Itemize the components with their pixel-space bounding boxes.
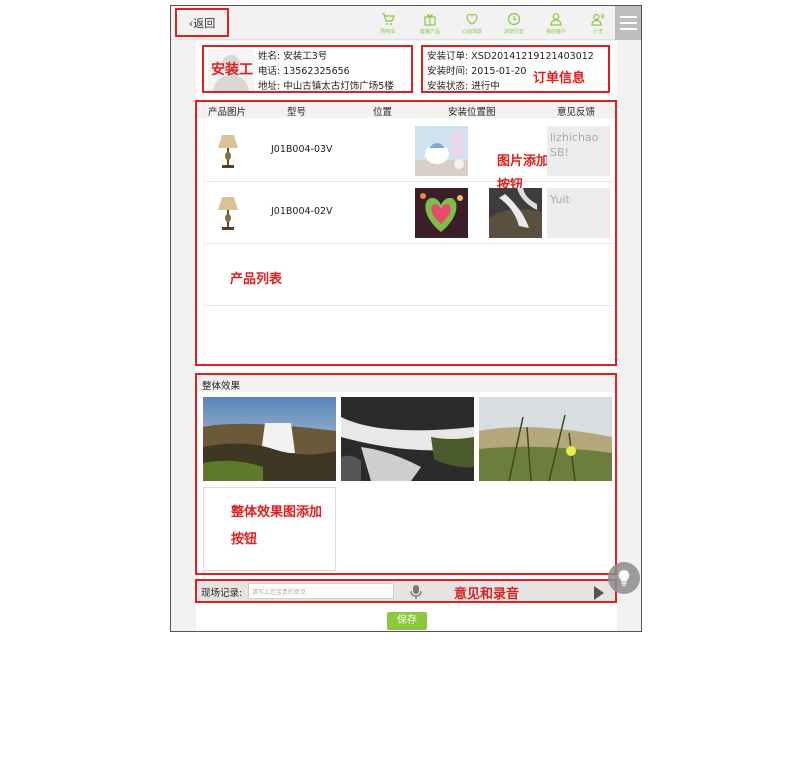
worker-info-panel: 安装工 姓名: 安装工3号 电话: 13562325656 地址: 中山古镇太古… [202,45,413,93]
worker-address: 地址: 中山古镇太古灯饰广场5楼 [258,81,394,92]
install-photo[interactable] [489,188,542,238]
hamburger-icon [619,16,637,18]
cart-icon [382,12,395,25]
nav-label: 我的客户 [545,28,566,35]
lamp-thumbnail [218,135,238,168]
clock-icon [507,12,521,25]
overall-photo[interactable] [479,397,612,481]
product-list: 产品图片 型号 位置 安装位置图 意见反馈 J01B004-03V 图片添加按钮… [195,100,617,366]
top-nav: 购物车 套餐产品 心动场景 浏览历史 我的客户 小王 [367,6,619,40]
play-icon[interactable] [594,586,604,600]
record-bar: 现场记录: 请写上您宝贵的意见 意见和录音 [195,579,617,603]
product-table-header: 产品图片 型号 位置 安装位置图 意见反馈 [197,102,615,118]
nav-label: 小王 [592,28,603,35]
menu-button[interactable] [615,6,641,40]
back-button[interactable]: ‹返回 [175,8,229,37]
overall-effect-panel: 整体效果 整体效果图添加按钮 [195,373,617,575]
user-icon [550,12,562,26]
header-product-image: 产品图片 [208,107,247,118]
header-model: 型号 [287,107,307,118]
top-bar: ‹返回 购物车 套餐产品 心动场景 浏览历史 我的客户 小王 [171,6,641,40]
user-sound-icon [591,12,605,26]
order-number: 安装订单: XSD20141219121403012 [427,51,594,62]
table-row[interactable]: J01B004-02V Yuit [205,182,613,244]
microphone-icon[interactable] [409,584,423,600]
lamp-thumbnail [218,197,238,230]
header-position: 位置 [373,107,393,118]
worker-phone: 电话: 13562325656 [258,66,350,77]
feedback-text[interactable]: Yuit [547,188,610,238]
overall-add-annotation: 整体效果图添加按钮 [231,505,323,547]
heart-icon [466,13,478,25]
worker-annotation: 安装工 [211,62,253,78]
nav-label: 购物车 [380,28,396,35]
app-frame: ‹返回 购物车 套餐产品 心动场景 浏览历史 我的客户 小王 安装工 姓名: 安… [170,5,642,632]
nav-label: 浏览历史 [503,28,524,35]
record-annotation: 意见和录音 [454,587,520,602]
table-row[interactable]: J01B004-03V 图片添加按钮 lizhichao SB! [205,120,613,193]
install-photo[interactable] [415,126,468,176]
nav-label: 心动场景 [461,28,482,35]
lightbulb-button[interactable] [608,562,640,594]
lightbulb-icon [618,570,630,586]
install-photo[interactable] [415,188,468,238]
product-model: J01B004-02V [271,206,333,217]
header-feedback: 意见反馈 [557,107,596,118]
order-annotation: 订单信息 [533,71,586,86]
save-button[interactable]: 保存 [387,612,427,630]
nav-item-package[interactable]: 套餐产品 [409,6,451,40]
gift-icon [424,13,436,26]
overall-effect-title: 整体效果 [197,375,615,392]
product-model: J01B004-03V [271,144,333,155]
nav-label: 套餐产品 [419,28,440,35]
worker-name: 姓名: 安装工3号 [258,51,328,62]
nav-item-cart[interactable]: 购物车 [367,6,409,40]
product-list-annotation: 产品列表 [230,272,283,287]
nav-item-history[interactable]: 浏览历史 [493,6,535,40]
overall-photo[interactable] [203,397,336,481]
nav-item-profile[interactable]: 小王 [577,6,619,40]
feedback-text[interactable]: lizhichao SB! [547,126,610,176]
overall-photo[interactable] [341,397,474,481]
worker-details: 姓名: 安装工3号 电话: 13562325656 地址: 中山古镇太古灯饰广场… [258,49,394,94]
nav-item-scene[interactable]: 心动场景 [451,6,493,40]
order-info-panel: 安装订单: XSD20141219121403012 安装时间: 2015-01… [421,45,610,93]
record-input[interactable]: 请写上您宝贵的意见 [248,583,394,599]
main-content: 安装工 姓名: 安装工3号 电话: 13562325656 地址: 中山古镇太古… [195,41,617,631]
record-label: 现场记录: [201,588,243,599]
header-install-image: 安装位置图 [448,107,496,118]
nav-item-customers[interactable]: 我的客户 [535,6,577,40]
